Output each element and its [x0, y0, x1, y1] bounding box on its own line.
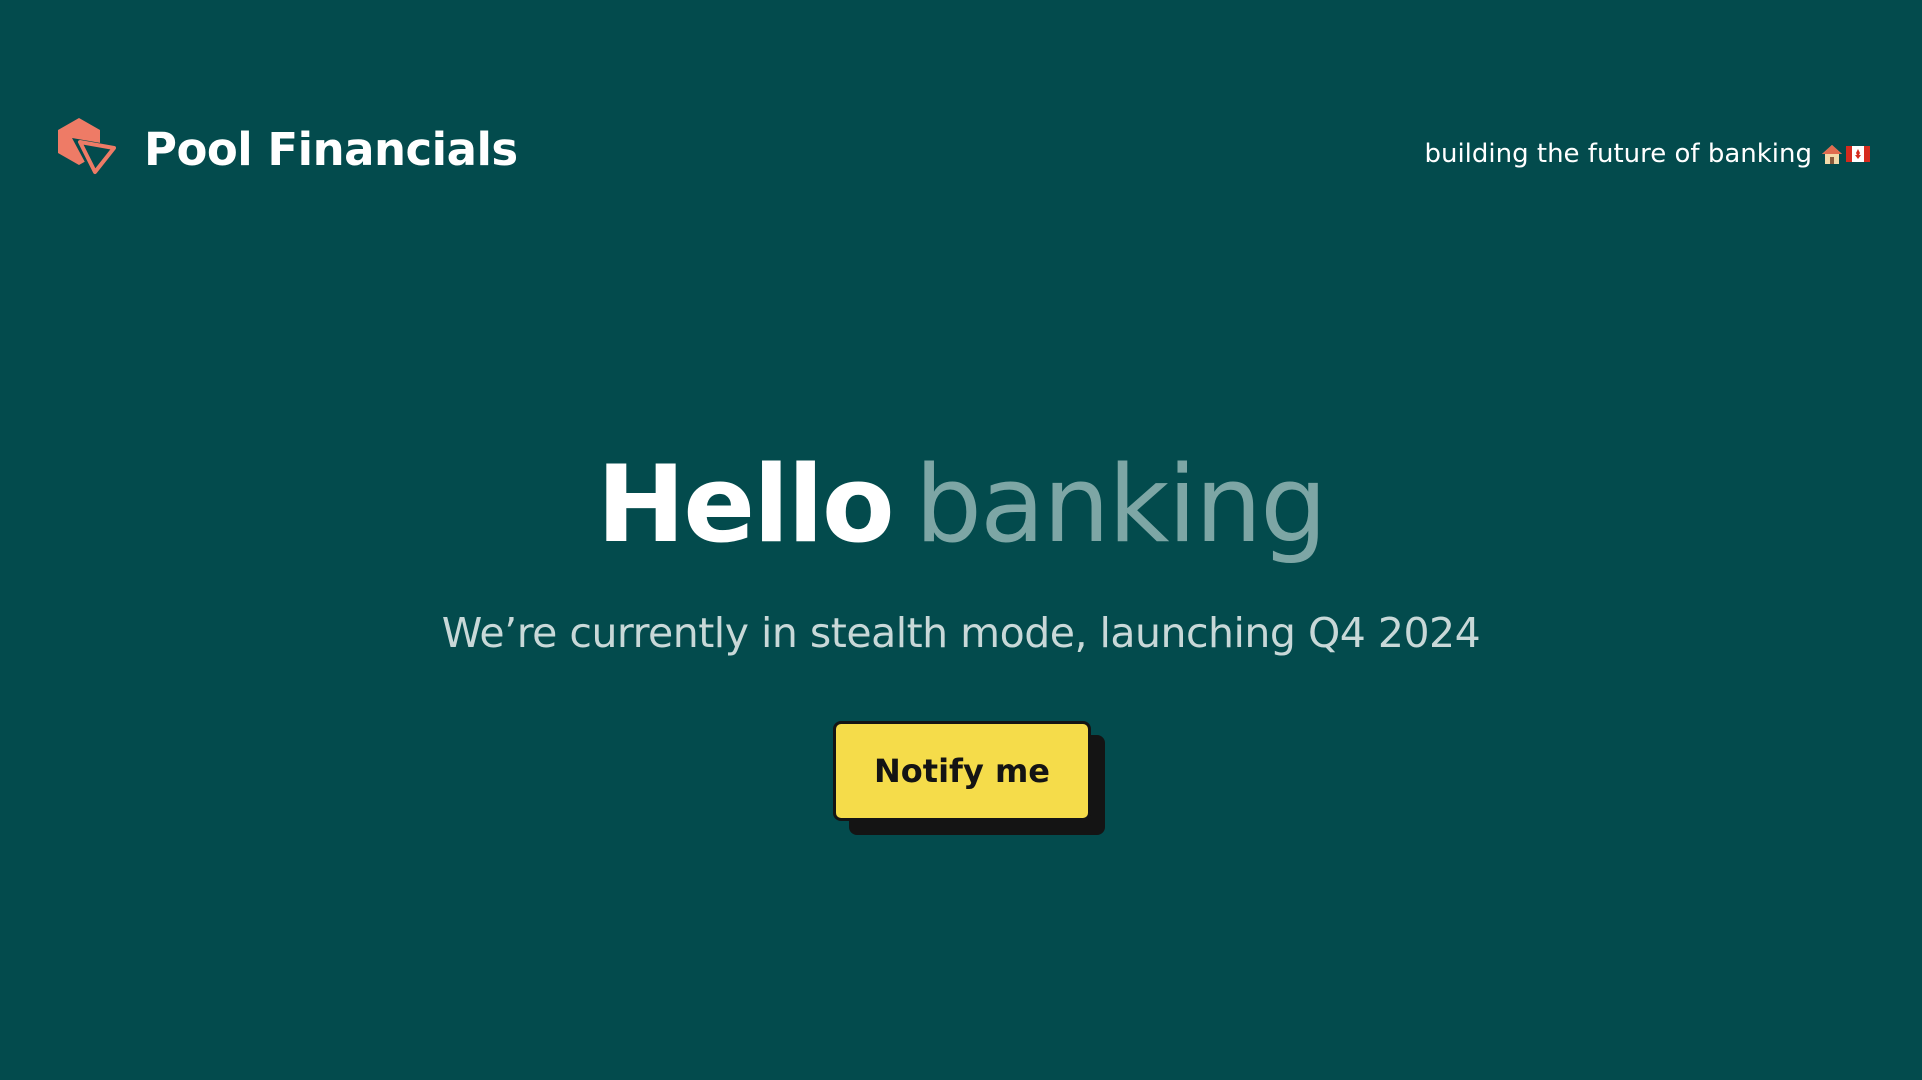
- landing-page: Pool Financials building the future of b…: [0, 0, 1922, 1080]
- brand-name: Pool Financials: [144, 123, 518, 176]
- tagline-emoji-group: [1820, 143, 1870, 165]
- notify-me-button[interactable]: Notify me: [833, 721, 1091, 821]
- brand-home-link[interactable]: Pool Financials: [54, 118, 518, 182]
- house-icon: [1822, 145, 1842, 164]
- canada-flag-icon: [1846, 146, 1870, 162]
- hero-title-word-1: Hello: [596, 443, 895, 566]
- hexagon-triangle-logo-icon: [58, 118, 118, 179]
- header-tagline: building the future of banking: [1424, 136, 1870, 172]
- hero-title: Hello banking: [0, 440, 1922, 570]
- tagline-text: building the future of banking: [1424, 139, 1812, 169]
- hero-title-word-2: banking: [914, 443, 1328, 566]
- site-header: Pool Financials building the future of b…: [0, 0, 1922, 310]
- hero-subtitle: We’re currently in stealth mode, launchi…: [441, 609, 1481, 657]
- hero-section: Hello banking We’re currently in stealth…: [0, 440, 1922, 660]
- notify-cta-container: Notify me: [833, 721, 1105, 837]
